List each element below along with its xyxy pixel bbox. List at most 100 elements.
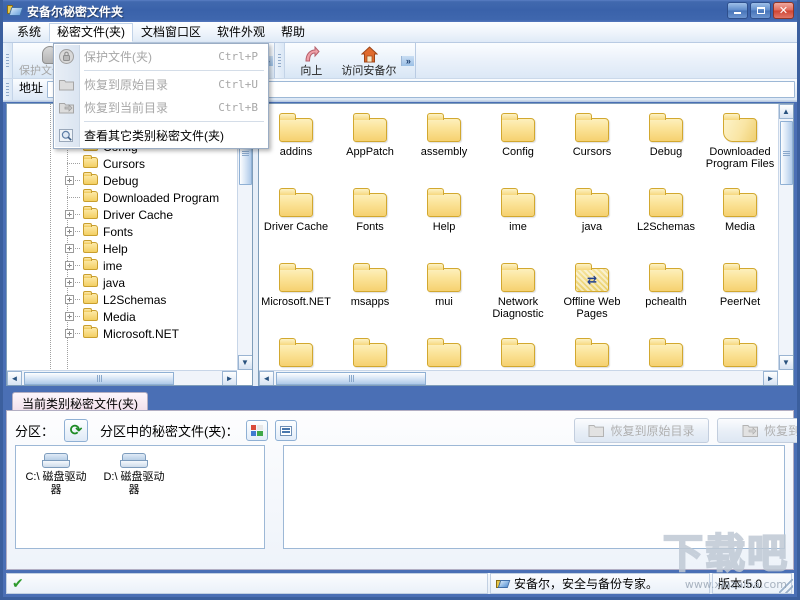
folder-icon [425, 187, 463, 218]
toolbar-visit-button[interactable]: 访问安备尔 [336, 44, 401, 78]
file-icon-item[interactable]: addins [259, 108, 333, 183]
folder-icon [83, 325, 99, 340]
tree-connector [67, 282, 81, 283]
file-icon-item[interactable]: assembly [407, 108, 481, 183]
folder-icon [647, 337, 685, 368]
drive-item[interactable]: D:\ 磁盘驱动器 [98, 452, 170, 497]
tree-item[interactable]: +ime [7, 257, 237, 274]
tree-item[interactable]: Downloaded Program [7, 189, 237, 206]
file-icon-item[interactable]: Downloaded Program Files [703, 108, 777, 183]
resize-grip-icon[interactable] [779, 579, 793, 593]
file-icon-item[interactable]: msapps [333, 258, 407, 333]
file-icon-item[interactable]: java [555, 183, 629, 258]
secret-files-list-box[interactable] [283, 445, 785, 549]
file-icon-label: Downloaded Program Files [705, 146, 775, 170]
folder-icon [83, 223, 99, 238]
file-icon-item[interactable]: L2Schemas [629, 183, 703, 258]
tree-item[interactable]: +L2Schemas [7, 291, 237, 308]
drive-item[interactable]: C:\ 磁盘驱动器 [20, 452, 92, 497]
file-icon-item[interactable]: Cursors [555, 108, 629, 183]
tree-item[interactable]: Cursors [7, 155, 237, 172]
toolbar-up-button[interactable]: 向上 [286, 44, 336, 78]
tree-item[interactable]: +Media [7, 308, 237, 325]
menu-item-help[interactable]: 帮助 [273, 23, 313, 42]
file-icon-item[interactable]: Config [481, 108, 555, 183]
dropdown-item-view-other-categories[interactable]: 查看其它类别秘密文件(夹) [54, 124, 268, 147]
maximize-button[interactable] [750, 2, 771, 19]
tree-item[interactable]: +java [7, 274, 237, 291]
tree-horizontal-scrollbar[interactable]: ◄ ► [7, 370, 237, 385]
file-icon-label: PeerNet [719, 296, 761, 308]
file-icon-item[interactable]: Debug [629, 108, 703, 183]
filelist-scroll-left-icon[interactable]: ◄ [259, 370, 274, 385]
file-icon-item[interactable]: Driver Cache [259, 183, 333, 258]
view-tiles-button[interactable] [245, 420, 268, 441]
file-list-pane[interactable]: addins AppPatch assembly Config Cursors Debug… [258, 103, 794, 386]
file-icon-item[interactable]: Help [407, 183, 481, 258]
minimize-button[interactable] [727, 2, 748, 19]
tree-item[interactable]: +Fonts [7, 223, 237, 240]
menu-item-secret-files[interactable]: 秘密文件(夹) [49, 22, 134, 42]
view-list-button[interactable] [274, 420, 297, 441]
tree-scroll-left-icon[interactable]: ◄ [7, 370, 22, 385]
file-icon-item[interactable]: Media [703, 183, 777, 258]
file-icon-item[interactable]: Fonts [333, 183, 407, 258]
toolbar-grip2-icon[interactable] [275, 43, 286, 78]
tree-scroll-right-icon[interactable]: ► [222, 370, 237, 385]
file-icon-item[interactable]: ⇄ Offline Web Pages [555, 258, 629, 333]
partition-list-box[interactable]: C:\ 磁盘驱动器 D:\ 磁盘驱动器 [15, 445, 265, 549]
file-icon-label: addins [279, 146, 313, 158]
file-icon-label: Help [432, 221, 456, 233]
tree-item[interactable]: +Help [7, 240, 237, 257]
menu-item-document-window[interactable]: 文档窗口区 [133, 23, 209, 42]
tab-current-category-secret-files[interactable]: 当前类别秘密文件(夹) [12, 392, 148, 411]
dropdown-item-restore-original[interactable]: 恢复到原始目录 Ctrl+U [54, 73, 268, 96]
folder-icon [83, 206, 99, 221]
list-view-icon [279, 425, 292, 436]
filelist-vscroll-thumb[interactable] [779, 121, 793, 185]
file-icon-item[interactable]: Network Diagnostic [481, 258, 555, 333]
restore-to-current-button[interactable]: 恢复到当 [717, 418, 797, 443]
tree-connector [67, 197, 81, 198]
bottom-tabstrip: 当前类别秘密文件(夹) [6, 392, 794, 411]
refresh-icon: ⟳ [69, 421, 83, 439]
file-icon-item[interactable]: PeerNet [703, 258, 777, 333]
tree-item[interactable]: +Microsoft.NET [7, 325, 237, 342]
filelist-horizontal-scrollbar[interactable]: ◄ ► [259, 370, 778, 385]
file-icon-item[interactable]: ime [481, 183, 555, 258]
tree-scroll-down-icon[interactable]: ▼ [237, 355, 252, 370]
folder-icon [573, 337, 611, 368]
partition-files-label: 分区中的秘密文件(夹)： [100, 424, 239, 439]
dropdown-item-restore-current[interactable]: 恢复到当前目录 Ctrl+B [54, 96, 268, 119]
lock-disk-icon [496, 577, 511, 591]
restore-to-original-button[interactable]: 恢复到原始目录 [574, 418, 709, 443]
tree-item[interactable]: +Debug [7, 172, 237, 189]
filelist-vertical-scrollbar[interactable]: ▲ ▼ [778, 104, 793, 370]
file-icon-item[interactable]: pchealth [629, 258, 703, 333]
tree-item[interactable]: +Driver Cache [7, 206, 237, 223]
dropdown-item-protect[interactable]: 保护文件(夹) Ctrl+P [54, 45, 268, 68]
filelist-hscroll-thumb[interactable] [276, 371, 426, 385]
filelist-scroll-up-icon[interactable]: ▲ [778, 104, 793, 119]
toolbar-group-nav: 向上 访问安备尔 » [285, 43, 417, 78]
folder-icon [351, 262, 389, 293]
file-icon-label: L2Schemas [636, 221, 696, 233]
file-icon-item[interactable]: mui [407, 258, 481, 333]
filelist-scroll-right-icon[interactable]: ► [763, 370, 778, 385]
address-grip-icon[interactable] [3, 79, 13, 100]
folder-icon [83, 240, 99, 255]
file-icon-grid: addins AppPatch assembly Config Cursors Debug… [259, 108, 777, 385]
file-icon-item[interactable]: AppPatch [333, 108, 407, 183]
filelist-scroll-down-icon[interactable]: ▼ [778, 355, 793, 370]
menu-item-system[interactable]: 系统 [9, 23, 49, 42]
toolbar-overflow-chevron2-icon[interactable]: » [401, 55, 415, 66]
close-button[interactable]: ✕ [773, 2, 794, 19]
refresh-button[interactable]: ⟳ [64, 419, 89, 442]
files-header-row: 分区中的秘密文件(夹)： 恢复到原始目录 恢复到 [88, 418, 797, 443]
folder-restore-icon [58, 76, 75, 93]
file-icon-item[interactable]: Microsoft.NET [259, 258, 333, 333]
menu-item-appearance[interactable]: 软件外观 [209, 23, 273, 42]
status-left-cell: ✔ [6, 573, 488, 594]
tree-hscroll-thumb[interactable] [24, 371, 174, 385]
toolbar-grip-icon[interactable] [3, 43, 13, 78]
